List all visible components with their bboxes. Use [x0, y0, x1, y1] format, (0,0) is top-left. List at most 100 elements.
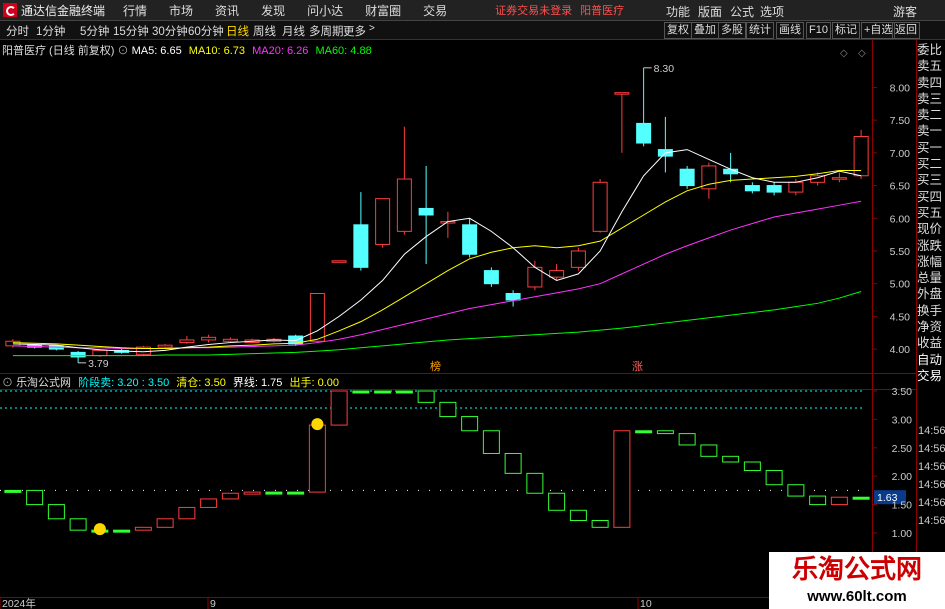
sub-tick-label: 1.50 [892, 500, 913, 512]
side-panel-item[interactable]: 卖三 [917, 91, 945, 107]
indicator-bar [852, 496, 870, 500]
indicator-bar [352, 390, 370, 394]
candle-body [788, 181, 804, 193]
indicator-bar [461, 416, 479, 432]
candle-body [614, 92, 630, 95]
indicator-bar [439, 401, 457, 418]
indicator-bar [678, 433, 696, 446]
ma20-line [12, 200, 862, 349]
time-label: 14:56 [918, 425, 945, 437]
side-panel-item[interactable]: 换手 [917, 303, 945, 319]
candle-body [549, 270, 565, 278]
indicator-bar [765, 470, 783, 486]
sub-tick-label: 1.00 [892, 528, 913, 540]
brand-url: www.60lt.com [769, 588, 945, 609]
sub-tick-label: 2.50 [892, 443, 913, 455]
candle-body [592, 181, 608, 232]
side-panel-item[interactable]: 自动 [917, 352, 945, 368]
indicator-bar [265, 491, 283, 495]
side-panel-item[interactable]: 总量 [917, 270, 945, 286]
indicator-bar [504, 452, 522, 474]
indicator-bar [526, 472, 544, 494]
indicator-bar [113, 529, 131, 533]
smiley-icon [93, 523, 106, 536]
ma60-line [12, 291, 862, 357]
indicator-bar [221, 492, 239, 500]
indicator-bar [722, 455, 740, 463]
candle-body [201, 336, 217, 341]
side-panel-item[interactable]: 卖四 [917, 75, 945, 91]
price-tick-label: 5.00 [890, 279, 911, 291]
price-tick-label: 8.00 [890, 82, 911, 94]
candle-body [766, 185, 782, 193]
candle-body [222, 338, 238, 342]
side-panel-item[interactable]: 涨幅 [917, 254, 945, 270]
candle-body [157, 344, 173, 348]
candle-body [179, 339, 195, 344]
side-panel-item[interactable]: 买三 [917, 172, 945, 188]
side-panel-item[interactable]: 买五 [917, 205, 945, 221]
side-panel-item[interactable]: 买四 [917, 189, 945, 205]
price-tick-label: 7.50 [890, 115, 911, 127]
high-label: 8.30 [654, 63, 675, 75]
price-tick-label: 5.50 [890, 246, 911, 258]
date-label: 10 [640, 598, 652, 609]
candle-body [70, 351, 86, 358]
price-tick-label: 4.50 [890, 311, 911, 323]
smiley-icon [311, 418, 324, 431]
kline-chart[interactable]: 8.00 7.50 7.00 6.50 6.00 5.50 5.00 4.50 4.00 3.50… [0, 0, 945, 609]
indicator-bar [417, 390, 435, 403]
side-panel-item[interactable]: 交易 [917, 368, 945, 384]
indicator-bar [4, 489, 22, 493]
indicator-bar [287, 491, 305, 495]
indicator-bar [809, 495, 827, 506]
side-panel-item[interactable]: 现价 [917, 221, 945, 237]
brand-watermark: 乐淘公式网 [769, 552, 945, 588]
mark-label: 榜 [430, 359, 441, 373]
indicator-bar [635, 430, 653, 434]
candle-body [353, 224, 369, 268]
indicator-bar [656, 430, 674, 435]
indicator-bar [330, 390, 348, 426]
indicator-bar [787, 484, 805, 497]
candle-body [418, 207, 434, 216]
side-panel-item[interactable]: 卖二 [917, 107, 945, 123]
indicator-bar [26, 489, 44, 506]
panel-toggle-icon: ◇ [840, 48, 848, 59]
indicator-bar [613, 430, 631, 528]
date-label: 9 [210, 598, 216, 609]
price-tick-label: 6.50 [890, 181, 911, 193]
mark-label: 涨 [632, 360, 643, 373]
candle-body [92, 349, 108, 357]
candle-body [396, 178, 412, 232]
indicator-bar [591, 520, 609, 528]
candle-body [636, 122, 652, 144]
side-panel-item[interactable]: 卖五 [917, 58, 945, 74]
candle-body [375, 198, 391, 245]
quote-side-panel: 委比 卖五 卖四 卖三 卖二 卖一 买一 买二 买三 买四 买五 现价 涨跌 涨幅 总量 外盘 换手 净资 收益 自动… [917, 42, 945, 384]
indicator-bar [374, 390, 392, 394]
side-panel-item[interactable]: 买一 [917, 140, 945, 156]
indicator-bar [395, 390, 413, 394]
side-panel-item[interactable]: 卖一 [917, 123, 945, 139]
side-panel-item[interactable]: 外盘 [917, 286, 945, 302]
time-label: 14:56 [918, 443, 945, 455]
sub-tick-label: 3.50 [892, 386, 913, 398]
indicator-bar [308, 424, 326, 493]
side-panel-item[interactable]: 委比 [917, 42, 945, 58]
indicator-bar [134, 526, 152, 531]
side-panel-item[interactable]: 收益 [917, 335, 945, 351]
ma10-line [12, 170, 862, 349]
sub-tick-label: 3.00 [892, 414, 913, 426]
side-panel-item[interactable]: 涨跌 [917, 238, 945, 254]
time-label: 14:56 [918, 497, 945, 509]
low-label: 3.79 [88, 358, 109, 370]
price-tick-label: 7.00 [890, 148, 911, 160]
side-panel-item[interactable]: 买二 [917, 156, 945, 172]
side-panel-item[interactable]: 净资 [917, 319, 945, 335]
indicator-bar [47, 504, 65, 520]
candle-body [462, 224, 478, 255]
date-label: 2024年 [2, 597, 36, 609]
candle-body [744, 185, 760, 192]
candle-body [570, 250, 586, 268]
